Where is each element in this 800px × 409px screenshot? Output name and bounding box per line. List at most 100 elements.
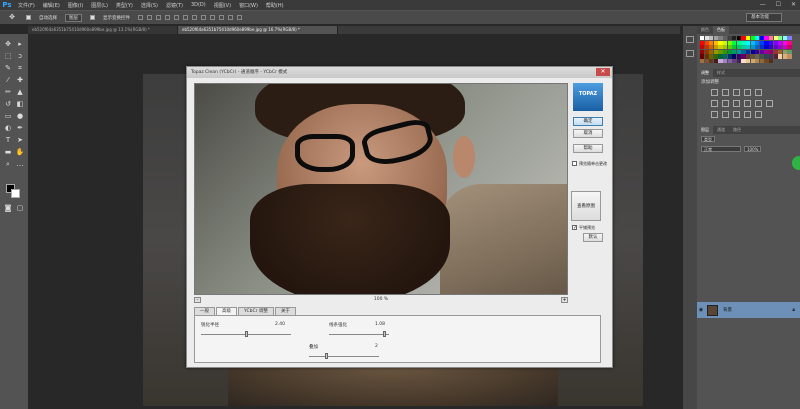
- auto-select-dropdown[interactable]: 图层: [65, 13, 82, 22]
- show-transform-checkbox[interactable]: [90, 15, 95, 20]
- preview-changes-checkbox[interactable]: [572, 161, 577, 166]
- distribute-middle-icon[interactable]: [201, 15, 206, 20]
- menu-help[interactable]: 帮助(H): [262, 2, 288, 9]
- lasso-tool-icon[interactable]: ↄ: [15, 52, 25, 61]
- tab-advanced[interactable]: 高级: [216, 307, 237, 315]
- maximize-button[interactable]: ☐: [776, 1, 781, 8]
- history-icon[interactable]: [686, 36, 694, 43]
- gradient-tool-icon[interactable]: ▭: [3, 112, 13, 121]
- menu-file[interactable]: 文件(F): [14, 2, 39, 9]
- quick-select-tool-icon[interactable]: ✎: [3, 64, 13, 73]
- align-top-icon[interactable]: [138, 15, 143, 20]
- zoom-in-button[interactable]: +: [561, 296, 568, 303]
- preview-image[interactable]: [194, 83, 568, 295]
- brush-tool-icon[interactable]: ✏: [3, 88, 13, 97]
- tab-color[interactable]: 颜色: [697, 26, 713, 34]
- tab-adjustments[interactable]: 调整: [697, 69, 713, 78]
- sharpen-radius-slider[interactable]: [201, 331, 291, 337]
- document-tab-1[interactable]: eb520f64a6351b75410d960e899be.jpg @ 13.1…: [28, 26, 178, 34]
- tab-general[interactable]: 一般: [194, 307, 215, 315]
- edge-strength-value[interactable]: 1.08: [375, 322, 385, 327]
- properties-icon[interactable]: [686, 50, 694, 57]
- menu-layer[interactable]: 图层(L): [87, 2, 112, 9]
- tab-swatches[interactable]: 色板: [713, 26, 729, 34]
- layer-row-background[interactable]: ◉ 背景 🔒︎: [697, 302, 800, 318]
- distribute-center-icon[interactable]: [228, 15, 233, 20]
- levels-icon[interactable]: [722, 89, 729, 97]
- crop-tool-icon[interactable]: ⌗: [15, 64, 25, 73]
- type-tool-icon[interactable]: T: [3, 136, 13, 145]
- threshold-icon[interactable]: [733, 111, 740, 119]
- quick-mask-icon[interactable]: ◙: [3, 204, 13, 213]
- ok-button[interactable]: 确定: [573, 117, 603, 126]
- swatch-99[interactable]: [787, 54, 792, 59]
- help-button[interactable]: 帮助: [573, 144, 603, 153]
- reset-button[interactable]: 默认: [583, 233, 603, 242]
- tab-about[interactable]: 关于: [274, 307, 296, 315]
- exposure-icon[interactable]: [744, 89, 751, 97]
- hand-tool-icon[interactable]: ✋: [15, 148, 25, 157]
- preview-changes-option[interactable]: 预览随单击更改: [572, 161, 608, 167]
- menu-3d[interactable]: 3D(D): [187, 2, 210, 8]
- distribute-right-icon[interactable]: [237, 15, 242, 20]
- brightness-icon[interactable]: [711, 89, 718, 97]
- menu-type[interactable]: 类型(Y): [112, 2, 137, 9]
- blend-slider[interactable]: [309, 353, 379, 359]
- view-original-button[interactable]: 查看原图: [571, 191, 601, 221]
- document-tab-2[interactable]: eb520f64a6351b75410d960e899be.jpg @ 16.7…: [178, 26, 338, 34]
- tab-layers[interactable]: 图层: [697, 126, 713, 135]
- screen-mode-icon[interactable]: ▢: [15, 204, 25, 213]
- align-center-icon[interactable]: [174, 15, 179, 20]
- dodge-tool-icon[interactable]: ◐: [3, 124, 13, 133]
- black-white-icon[interactable]: [733, 100, 740, 108]
- menu-image[interactable]: 图像(I): [64, 2, 87, 9]
- move-tool-icon[interactable]: ✥: [3, 40, 13, 49]
- curves-icon[interactable]: [733, 89, 740, 97]
- marquee-tool-icon[interactable]: ⬚: [3, 52, 13, 61]
- blend-thumb[interactable]: [325, 353, 328, 359]
- edge-strength-slider[interactable]: [329, 331, 389, 337]
- distribute-left-icon[interactable]: [219, 15, 224, 20]
- eraser-tool-icon[interactable]: ◧: [15, 100, 25, 109]
- more-tools-icon[interactable]: …: [15, 160, 25, 169]
- tab-paths[interactable]: 路径: [729, 126, 745, 134]
- blur-tool-icon[interactable]: ●: [15, 112, 25, 121]
- background-color-swatch[interactable]: [11, 189, 20, 198]
- zoom-tool-icon[interactable]: ⌕: [3, 160, 13, 169]
- distribute-top-icon[interactable]: [192, 15, 197, 20]
- vibrance-icon[interactable]: [755, 89, 762, 97]
- hue-saturation-icon[interactable]: [711, 100, 718, 108]
- selective-color-icon[interactable]: [755, 111, 762, 119]
- align-left-icon[interactable]: [165, 15, 170, 20]
- tab-ycbcr[interactable]: YCbCr 调整: [238, 307, 274, 315]
- gradient-map-icon[interactable]: [744, 111, 751, 119]
- menu-select[interactable]: 选择(S): [137, 2, 162, 9]
- align-middle-icon[interactable]: [147, 15, 152, 20]
- blend-value[interactable]: 2: [375, 344, 378, 349]
- opacity-field[interactable]: 100%: [744, 146, 762, 153]
- color-balance-icon[interactable]: [722, 100, 729, 108]
- workspace-select[interactable]: 基本功能: [746, 13, 782, 22]
- menu-view[interactable]: 视图(V): [210, 2, 235, 9]
- sharpen-radius-thumb[interactable]: [245, 331, 248, 337]
- zoom-out-button[interactable]: -: [194, 296, 201, 303]
- invert-icon[interactable]: [711, 111, 718, 119]
- healing-tool-icon[interactable]: ✚: [15, 76, 25, 85]
- split-preview-option[interactable]: ✓ 平铺预览: [572, 225, 595, 231]
- swatch-115[interactable]: [768, 58, 774, 64]
- color-lookup-icon[interactable]: [766, 100, 773, 108]
- sharpen-radius-value[interactable]: 2.40: [275, 322, 285, 327]
- auto-select-checkbox[interactable]: [26, 15, 31, 20]
- cancel-button[interactable]: 取消: [573, 129, 603, 138]
- tab-channels[interactable]: 通道: [713, 126, 729, 134]
- align-right-icon[interactable]: [183, 15, 188, 20]
- distribute-bottom-icon[interactable]: [210, 15, 215, 20]
- align-bottom-icon[interactable]: [156, 15, 161, 20]
- split-preview-checkbox[interactable]: ✓: [572, 225, 577, 231]
- path-select-tool-icon[interactable]: ➤: [15, 136, 25, 145]
- edge-strength-thumb[interactable]: [383, 331, 386, 337]
- pen-tool-icon[interactable]: ✒: [15, 124, 25, 133]
- close-button[interactable]: ✕: [791, 1, 796, 8]
- move-tool-icon[interactable]: ✥: [6, 13, 18, 22]
- channel-mixer-icon[interactable]: [755, 100, 762, 108]
